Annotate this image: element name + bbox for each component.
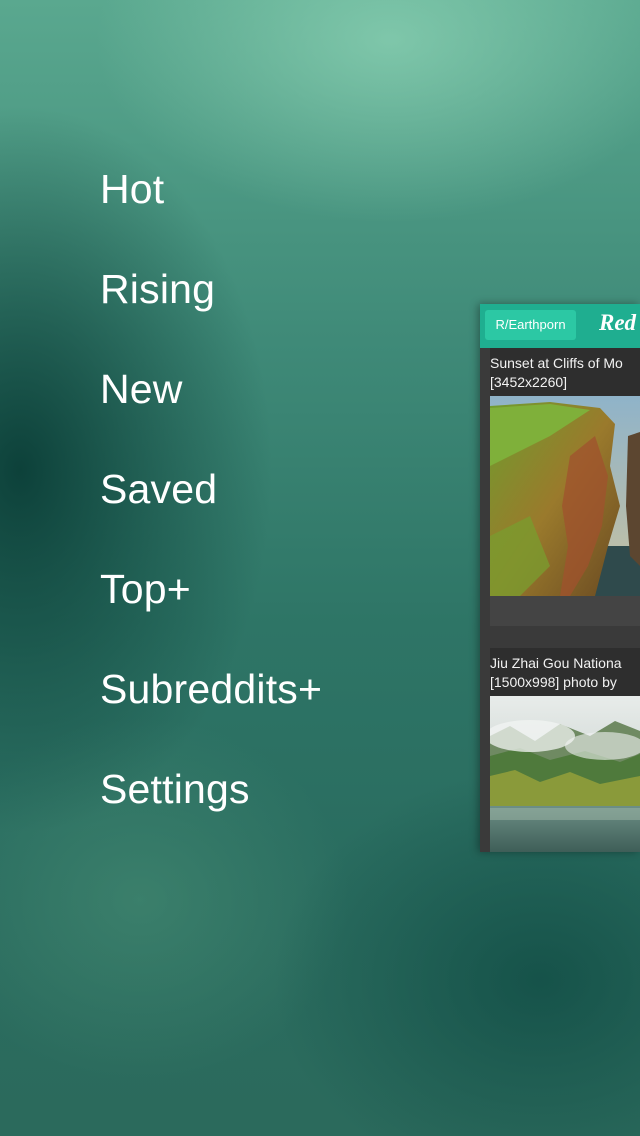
post-title-resolution: [1500x998] photo by <box>490 674 617 690</box>
subreddit-button[interactable]: R/Earthporn <box>485 310 576 340</box>
menu-item-rising[interactable]: Rising <box>100 266 215 313</box>
cliffs-image <box>490 396 640 596</box>
post-title: Sunset at Cliffs of Mo <box>490 355 623 371</box>
post-image-cliffs[interactable] <box>490 396 640 596</box>
post-title-resolution: [3452x2260] <box>490 374 568 390</box>
post-title: Jiu Zhai Gou Nationa <box>490 655 622 671</box>
post-image-forest-lake[interactable] <box>490 696 640 852</box>
main-content-preview[interactable]: R/Earthporn Red Sunset at Cliffs of Mo [… <box>480 304 640 852</box>
menu-item-subreddits[interactable]: Subreddits+ <box>100 666 322 713</box>
menu-item-saved[interactable]: Saved <box>100 466 217 513</box>
menu-item-new[interactable]: New <box>100 366 183 413</box>
navigation-bar: R/Earthporn Red <box>480 304 640 348</box>
menu-item-settings[interactable]: Settings <box>100 766 250 813</box>
menu-item-hot[interactable]: Hot <box>100 166 164 213</box>
app-logo: Red <box>599 310 637 335</box>
menu-item-top[interactable]: Top+ <box>100 566 191 613</box>
post-footer <box>490 596 640 626</box>
forest-lake-image <box>490 696 640 852</box>
